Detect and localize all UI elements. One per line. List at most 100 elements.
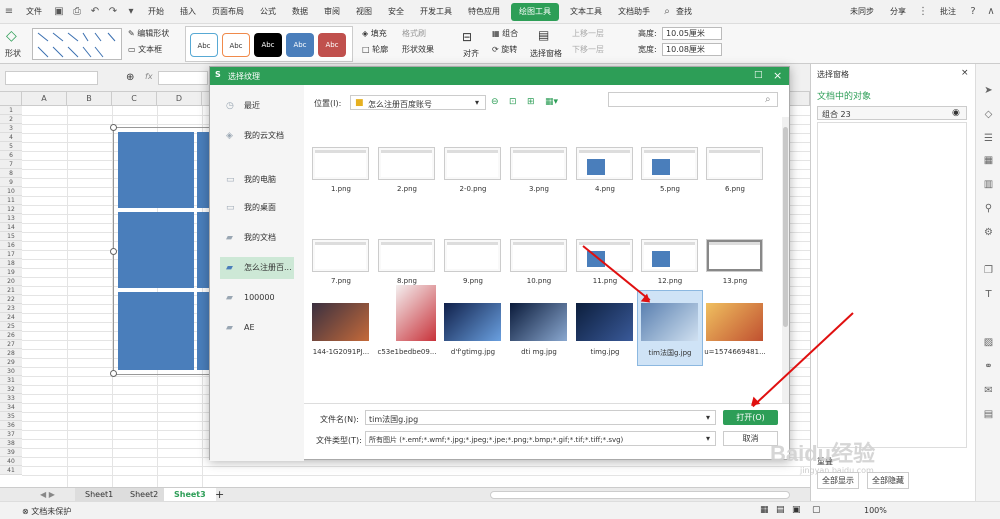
back-icon[interactable]: ⊖ [491,97,499,107]
row-header[interactable]: 2 [0,115,22,124]
row-header[interactable]: 19 [0,268,22,277]
file-name[interactable]: 13.png [700,277,770,285]
file-name[interactable]: d'f'gtimg.jpg [438,348,508,356]
file-thumbnail[interactable] [576,303,633,341]
row-header[interactable]: 35 [0,412,22,421]
maximize-icon[interactable]: □ [754,70,763,80]
file-name[interactable]: 2.png [372,185,442,193]
file-thumbnail[interactable] [706,239,763,272]
nav-item[interactable]: ▰ 100000 [220,287,294,309]
row-header[interactable]: 27 [0,340,22,349]
file-thumbnail[interactable] [378,239,435,272]
row-header[interactable]: 17 [0,250,22,259]
name-box[interactable] [5,71,98,85]
file-thumbnail[interactable] [444,147,501,180]
menu-tab[interactable]: 数据 [284,0,316,24]
rotate-button[interactable]: ⟳ 旋转 [492,44,517,55]
row-header[interactable]: 11 [0,196,22,205]
fx-icon[interactable]: fx [145,72,153,81]
row-header[interactable]: 6 [0,151,22,160]
link-icon[interactable]: ⚭ [982,360,995,373]
nav-item[interactable]: ▰ 怎么注册百... [220,257,294,279]
more-icon[interactable]: ⋮ [916,5,930,19]
corner-cell[interactable] [0,92,22,106]
file-name[interactable]: 4.png [570,185,640,193]
format-brush-button[interactable]: 格式刷 [402,28,426,39]
edit-shape-button[interactable]: ✎ 编辑形状 [128,28,169,39]
file-name[interactable]: 9.png [438,277,508,285]
file-thumbnail[interactable] [312,239,369,272]
column-header[interactable]: B [67,92,112,106]
file-menu[interactable]: 文件 [18,0,50,24]
row-header[interactable]: 20 [0,277,22,286]
dropdown-icon[interactable]: ▾ [124,5,138,19]
vertical-scrollbar[interactable] [782,117,789,403]
doc-icon[interactable]: ▤ [982,408,995,421]
search-button[interactable]: 查找 [676,0,700,24]
style-option-3[interactable]: Abc [254,33,282,57]
up-folder-icon[interactable]: ⊡ [509,97,517,107]
formula-input[interactable] [158,71,208,85]
table-icon[interactable]: ▦ [982,154,995,167]
row-header[interactable]: 28 [0,349,22,358]
align-icon[interactable]: ⊟ [462,30,472,44]
row-header[interactable]: 9 [0,178,22,187]
menu-tab[interactable]: 页面布局 [204,0,252,24]
shape-effect-button[interactable]: 形状效果 [402,44,434,55]
view-normal-icon[interactable]: ▦ [760,505,769,515]
menu-tab[interactable]: 开始 [140,0,172,24]
file-thumbnail[interactable] [444,303,501,341]
menu-tab[interactable]: 绘图工具 [511,2,559,21]
file-thumbnail[interactable] [312,303,369,341]
view-mode-icon[interactable]: ▦▾ [545,97,558,107]
row-header[interactable]: 22 [0,295,22,304]
location-select[interactable]: ■ 怎么注册百度账号 ▾ [350,95,486,110]
file-thumbnail[interactable] [641,147,698,180]
shape-button[interactable]: 形状 [5,48,21,59]
filename-input[interactable]: tim法国g.jpg ▾ [365,410,716,425]
file-name[interactable]: 144-1G2091PJ... [306,348,376,356]
shape-tool-icon[interactable]: ◇ [982,108,995,121]
row-header[interactable]: 13 [0,214,22,223]
filter-icon[interactable]: ⚲ [982,202,995,215]
row-header[interactable]: 3 [0,124,22,133]
shape-icon[interactable]: ◇ [6,28,17,44]
row-header[interactable]: 23 [0,304,22,313]
nav-item[interactable]: ▭ 我的电脑 [220,169,294,191]
text-icon[interactable]: T [982,288,995,301]
style-option-5[interactable]: Abc [318,33,346,57]
file-name[interactable]: 5.png [635,185,705,193]
bring-forward-button[interactable]: 上移一层 [572,28,604,39]
align-button[interactable]: 对齐 [463,48,479,59]
row-header[interactable]: 12 [0,205,22,214]
row-header[interactable]: 33 [0,394,22,403]
select-pane-button[interactable]: 选择窗格 [530,48,562,59]
file-thumbnail[interactable] [444,239,501,272]
row-header[interactable]: 7 [0,160,22,169]
file-thumbnail[interactable] [378,147,435,180]
style-option-1[interactable]: Abc [190,33,218,57]
format-icon[interactable]: ☰ [982,132,995,145]
nav-item[interactable]: ▰ 我的文档 [220,227,294,249]
row-header[interactable]: 1 [0,106,22,115]
file-thumbnail[interactable] [396,285,436,341]
row-header[interactable]: 41 [0,466,22,475]
row-header[interactable]: 37 [0,430,22,439]
row-header[interactable]: 36 [0,421,22,430]
nav-item[interactable]: ▰ AE [220,317,294,339]
open-button[interactable]: 打开(O) [723,410,778,425]
help-icon[interactable]: ? [966,5,980,19]
sheet-tab[interactable]: Sheet1 [75,488,124,502]
row-header[interactable]: 29 [0,358,22,367]
row-header[interactable]: 14 [0,223,22,232]
file-name[interactable]: 12.png [635,277,705,285]
select-pane-icon[interactable]: ▤ [538,28,549,42]
undo-icon[interactable]: ↶ [88,5,102,19]
file-thumbnail[interactable] [576,147,633,180]
comment-icon[interactable]: ✉ [982,384,995,397]
file-name[interactable]: 10.png [504,277,574,285]
settings-icon[interactable]: ⚙ [982,226,995,239]
share-button[interactable]: 分享 [882,0,914,24]
horizontal-scrollbar[interactable] [490,491,790,499]
row-header[interactable]: 30 [0,367,22,376]
